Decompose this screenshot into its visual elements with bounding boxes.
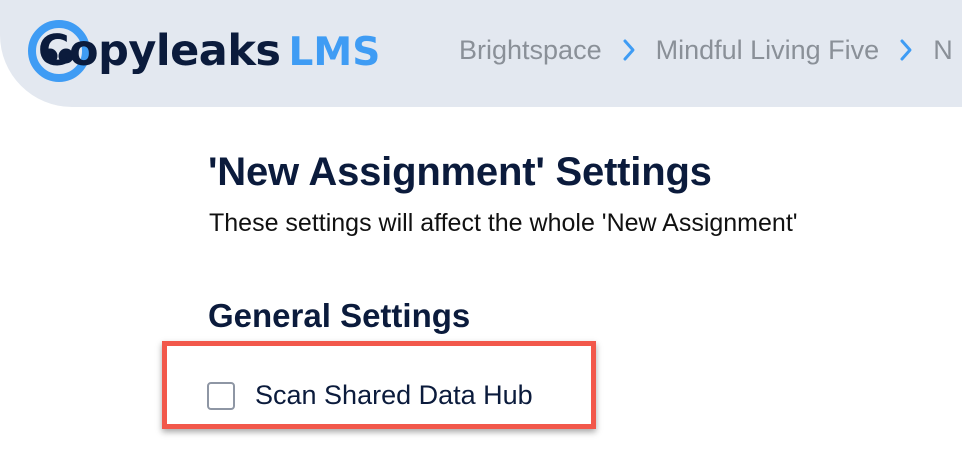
logo-brand: Copyleaks xyxy=(38,26,281,76)
scan-shared-data-hub-option[interactable]: Scan Shared Data Hub xyxy=(207,380,533,411)
page-title: 'New Assignment' Settings xyxy=(208,150,712,194)
logo-product: LMS xyxy=(288,30,381,75)
chevron-right-icon xyxy=(622,38,638,62)
breadcrumb-item-brightspace[interactable]: Brightspace xyxy=(459,35,602,66)
page-subtitle: These settings will affect the whole 'Ne… xyxy=(209,209,798,237)
general-settings-heading: General Settings xyxy=(208,297,471,334)
breadcrumb-item-assignment[interactable]: N xyxy=(933,35,953,66)
app-header: Copyleaks LMS Brightspace Mindful Living … xyxy=(0,0,962,107)
logo-brand-text: Copyleaks LMS xyxy=(26,26,380,76)
breadcrumb: Brightspace Mindful Living Five N xyxy=(459,30,953,70)
copyleaks-lms-logo[interactable]: Copyleaks LMS xyxy=(26,16,380,86)
chevron-right-icon xyxy=(899,38,915,62)
scan-shared-data-hub-label[interactable]: Scan Shared Data Hub xyxy=(255,380,533,411)
breadcrumb-item-course[interactable]: Mindful Living Five xyxy=(656,35,880,66)
scan-shared-data-hub-checkbox[interactable] xyxy=(207,381,235,410)
